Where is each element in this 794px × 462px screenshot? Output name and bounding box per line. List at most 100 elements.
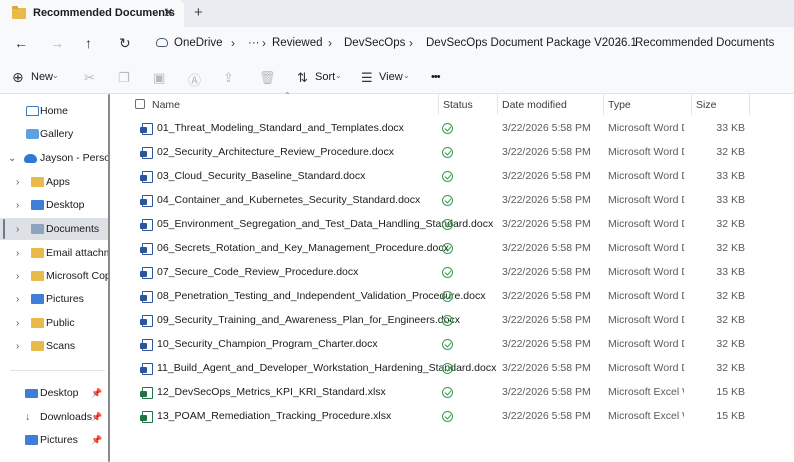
- file-date-modified: 3/22/2026 5:58 PM: [502, 218, 591, 230]
- file-name[interactable]: 06_Secrets_Rotation_and_Key_Management_P…: [157, 242, 449, 254]
- table-row[interactable]: 06_Secrets_Rotation_and_Key_Management_P…: [113, 237, 794, 261]
- column-header-name[interactable]: Name: [152, 99, 180, 111]
- breadcrumb-separator-icon[interactable]: ›: [328, 36, 332, 50]
- quick-access-downloads[interactable]: ↓ Downloads 📌: [0, 406, 110, 428]
- pin-icon[interactable]: 📌: [91, 412, 102, 423]
- pin-icon[interactable]: 📌: [91, 435, 102, 446]
- column-divider[interactable]: [438, 94, 439, 115]
- pin-icon[interactable]: 📌: [91, 388, 102, 399]
- paste-icon[interactable]: ▣: [153, 70, 165, 86]
- table-row[interactable]: 07_Secure_Code_Review_Procedure.docx 3/22…: [113, 261, 794, 285]
- new-button[interactable]: New: [31, 71, 53, 83]
- back-button[interactable]: ←: [14, 35, 28, 51]
- cut-icon[interactable]: ✂: [84, 70, 95, 86]
- sidebar-item-documents[interactable]: › Documents: [0, 218, 110, 240]
- file-name[interactable]: 04_Container_and_Kubernetes_Security_Sta…: [157, 194, 420, 206]
- refresh-button[interactable]: ↻: [119, 35, 131, 52]
- rename-icon[interactable]: Ⓐ: [188, 70, 201, 89]
- tab-close-button[interactable]: ✕: [163, 5, 174, 21]
- column-divider[interactable]: [497, 94, 498, 115]
- quick-access-label: Pictures: [40, 434, 78, 446]
- breadcrumb-separator-icon[interactable]: ›: [617, 36, 621, 50]
- breadcrumb-document-package[interactable]: DevSecOps Document Package V2026.1: [426, 37, 637, 49]
- file-name[interactable]: 07_Secure_Code_Review_Procedure.docx: [157, 266, 358, 278]
- breadcrumb-separator-icon[interactable]: ›: [231, 36, 235, 50]
- sidebar-scrollbar[interactable]: [108, 94, 110, 462]
- sidebar-item-gallery[interactable]: Gallery: [0, 123, 110, 145]
- column-divider[interactable]: [691, 94, 692, 115]
- chevron-right-icon[interactable]: ›: [16, 200, 19, 211]
- sidebar-item-desktop[interactable]: › Desktop: [0, 194, 110, 216]
- column-header-type[interactable]: Type: [608, 99, 631, 111]
- column-divider[interactable]: [749, 94, 750, 115]
- breadcrumb-recommended-documents[interactable]: Recommended Documents: [635, 37, 774, 49]
- breadcrumb-onedrive[interactable]: OneDrive: [174, 37, 223, 49]
- file-name[interactable]: 10_Security_Champion_Program_Charter.doc…: [157, 338, 378, 350]
- sidebar-item-scans[interactable]: › Scans: [0, 335, 110, 357]
- breadcrumb-overflow-button[interactable]: ···: [248, 37, 260, 49]
- chevron-right-icon[interactable]: ›: [16, 341, 19, 352]
- file-name[interactable]: 09_Security_Training_and_Awareness_Plan_…: [157, 314, 460, 326]
- table-row[interactable]: 01_Threat_Modeling_Standard_and_Template…: [113, 117, 794, 141]
- word-file-icon: [140, 363, 153, 375]
- chevron-right-icon[interactable]: ›: [16, 177, 19, 188]
- tab-recommended-documents[interactable]: Recommended Documents ✕: [0, 0, 184, 27]
- address-row: ← → ↑ ↻ OneDrive › ··· › Reviewed › DevS…: [0, 27, 794, 61]
- table-row[interactable]: 09_Security_Training_and_Awareness_Plan_…: [113, 309, 794, 333]
- file-name[interactable]: 02_Security_Architecture_Review_Procedur…: [157, 146, 394, 158]
- table-row[interactable]: 05_Environment_Segregation_and_Test_Data…: [113, 213, 794, 237]
- table-row[interactable]: 12_DevSecOps_Metrics_KPI_KRI_Standard.xl…: [113, 381, 794, 405]
- file-name[interactable]: 13_POAM_Remediation_Tracking_Procedure.x…: [157, 410, 391, 422]
- table-row[interactable]: 04_Container_and_Kubernetes_Security_Sta…: [113, 189, 794, 213]
- new-tab-button[interactable]: +: [194, 4, 203, 21]
- view-button[interactable]: View: [379, 71, 403, 83]
- table-row[interactable]: 03_Cloud_Security_Baseline_Standard.docx…: [113, 165, 794, 189]
- sync-status-check-icon: [442, 315, 453, 326]
- table-row[interactable]: 11_Build_Agent_and_Developer_Workstation…: [113, 357, 794, 381]
- sidebar-item-home[interactable]: Home: [0, 100, 110, 122]
- forward-button[interactable]: →: [50, 35, 64, 51]
- chevron-right-icon[interactable]: ›: [16, 248, 19, 259]
- file-name[interactable]: 03_Cloud_Security_Baseline_Standard.docx: [157, 170, 365, 182]
- sidebar-item-microsoft-copilot[interactable]: › Microsoft Copi: [0, 265, 110, 287]
- file-name[interactable]: 12_DevSecOps_Metrics_KPI_KRI_Standard.xl…: [157, 386, 386, 398]
- sidebar-item-pictures[interactable]: › Pictures: [0, 288, 110, 310]
- up-button[interactable]: ↑: [85, 35, 92, 51]
- file-name[interactable]: 08_Penetration_Testing_and_Independent_V…: [157, 290, 485, 302]
- sync-status-check-icon: [442, 123, 453, 134]
- chevron-right-icon[interactable]: ›: [16, 224, 19, 235]
- breadcrumb-devsecops[interactable]: DevSecOps: [344, 37, 405, 49]
- select-all-checkbox[interactable]: [135, 99, 145, 109]
- table-row[interactable]: 02_Security_Architecture_Review_Procedur…: [113, 141, 794, 165]
- sidebar-item-apps[interactable]: › Apps: [0, 171, 110, 193]
- chevron-right-icon[interactable]: ›: [16, 318, 19, 329]
- column-header-size[interactable]: Size: [696, 99, 716, 111]
- chevron-right-icon[interactable]: ›: [16, 294, 19, 305]
- chevron-right-icon[interactable]: ›: [16, 271, 19, 282]
- file-name[interactable]: 01_Threat_Modeling_Standard_and_Template…: [157, 122, 404, 134]
- share-icon[interactable]: ⇪: [223, 70, 234, 86]
- sidebar-item-onedrive[interactable]: ⌄ Jayson - Persona: [0, 147, 110, 169]
- sidebar-item-label: Microsoft Copi: [46, 270, 110, 282]
- quick-access-pictures[interactable]: Pictures 📌: [0, 429, 110, 451]
- chevron-down-icon[interactable]: ⌄: [8, 153, 16, 164]
- table-row[interactable]: 08_Penetration_Testing_and_Independent_V…: [113, 285, 794, 309]
- breadcrumb-separator-icon[interactable]: ›: [409, 36, 413, 50]
- table-row[interactable]: 13_POAM_Remediation_Tracking_Procedure.x…: [113, 405, 794, 429]
- column-divider[interactable]: [603, 94, 604, 115]
- sidebar-item-label: Desktop: [46, 199, 85, 211]
- sidebar-item-email-attachments[interactable]: › Email attachm: [0, 242, 110, 264]
- breadcrumb-reviewed[interactable]: Reviewed: [272, 37, 323, 49]
- column-header-date-modified[interactable]: Date modified: [502, 99, 567, 111]
- sidebar-item-public[interactable]: › Public: [0, 312, 110, 334]
- sidebar-item-label: Public: [46, 317, 75, 329]
- column-header-status[interactable]: Status: [443, 99, 473, 111]
- sort-button[interactable]: Sort: [315, 71, 335, 83]
- file-size: 32 KB: [716, 146, 745, 158]
- more-options-button[interactable]: •••: [431, 71, 441, 83]
- quick-access-desktop[interactable]: Desktop 📌: [0, 382, 110, 404]
- table-row[interactable]: 10_Security_Champion_Program_Charter.doc…: [113, 333, 794, 357]
- delete-icon[interactable]: 🗑: [259, 70, 276, 86]
- breadcrumb-separator-icon[interactable]: ›: [262, 36, 266, 50]
- copy-icon[interactable]: ❐: [118, 70, 130, 86]
